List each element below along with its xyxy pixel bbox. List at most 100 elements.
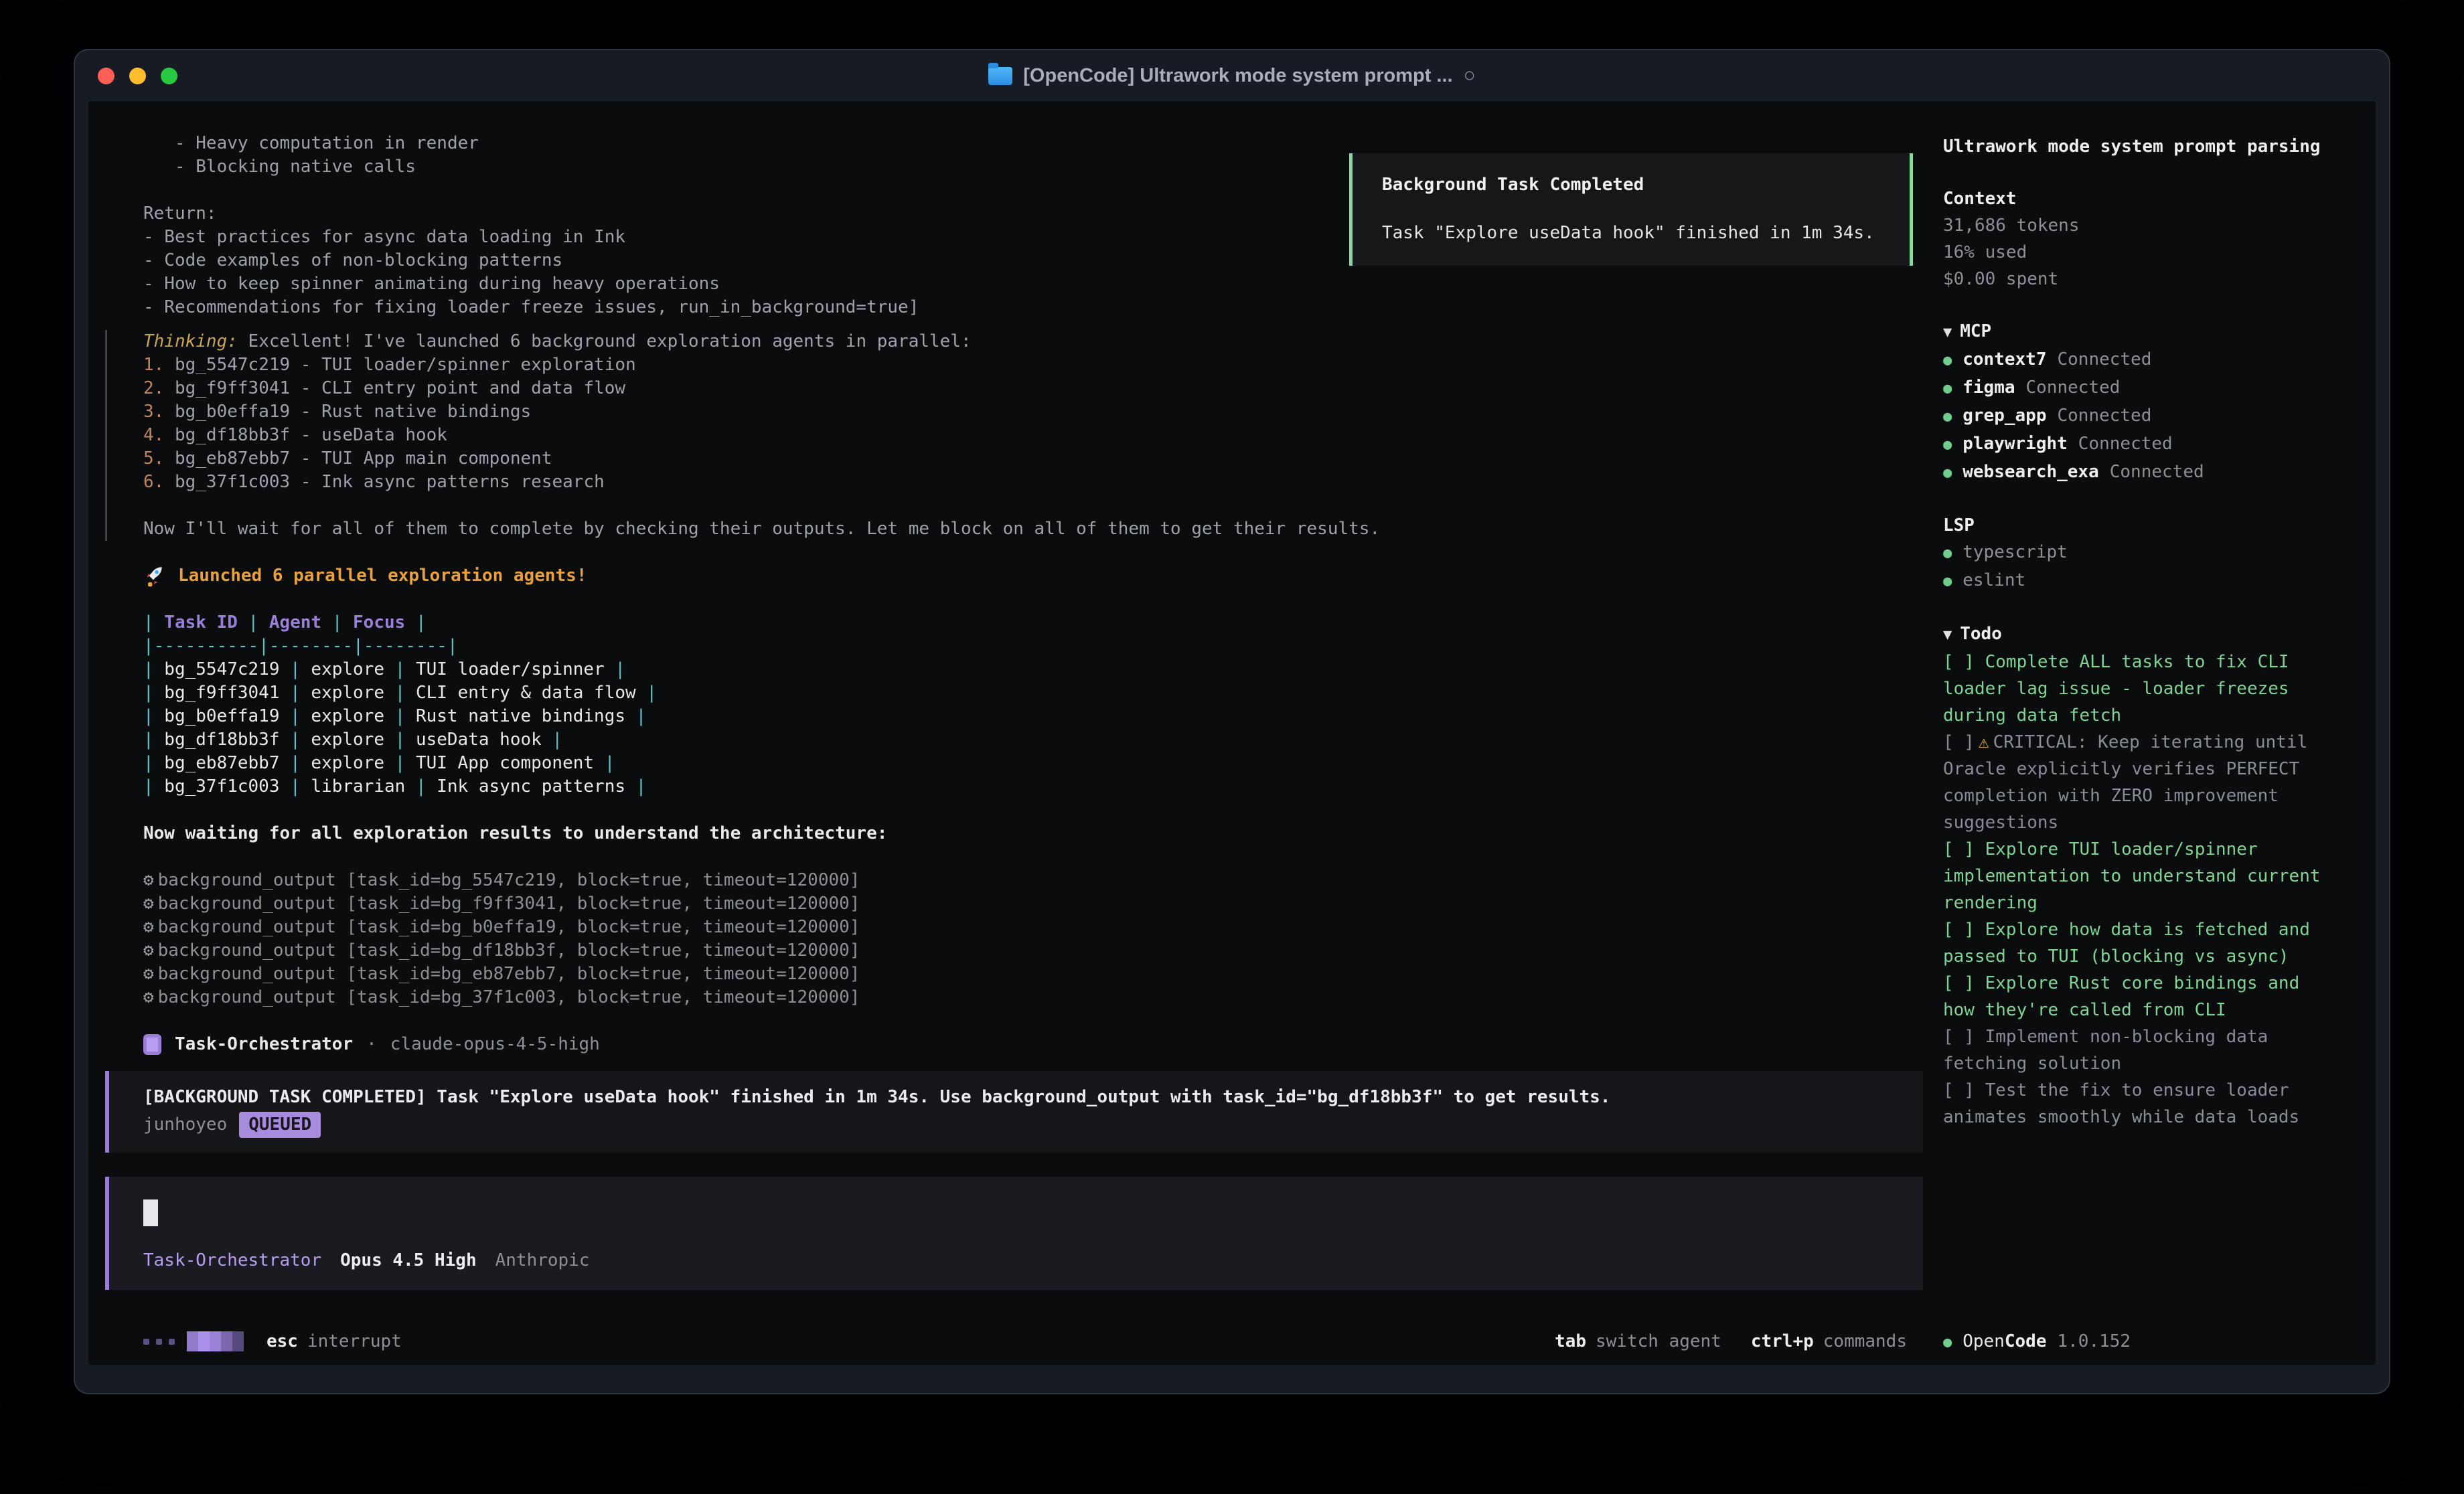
status-dot-icon: ● — [1943, 1334, 1952, 1351]
thinking-item: 1. bg_5547c219 - TUI loader/spinner expl… — [143, 353, 1923, 377]
status-bar: esc interrupt tab switch agent ctrl+p co… — [143, 1331, 1907, 1351]
session-title: Ultrawork mode system prompt parsing — [1943, 133, 2372, 160]
working-spinner — [143, 1331, 244, 1351]
tool-call: ⚙background_output [task_id=bg_df18bb3f,… — [143, 939, 1923, 963]
todo-item: [ ] Explore TUI loader/spinner implement… — [1943, 836, 2341, 916]
context-spent: $0.00 spent — [1943, 266, 2372, 293]
app-version: ● OpenCode 1.0.152 — [1943, 1331, 2131, 1351]
transcript-line: - Heavy computation in render — [143, 132, 1923, 155]
text-cursor — [143, 1199, 158, 1226]
zoom-button[interactable] — [161, 68, 177, 84]
agent-model: claude-opus-4-5-high — [390, 1033, 600, 1056]
traffic-lights — [98, 50, 177, 101]
todo-item: [ ] Test the fix to ensure loader animat… — [1943, 1077, 2341, 1131]
status-dot-icon: ● — [1943, 460, 1952, 487]
lsp-heading: LSP — [1943, 512, 2372, 539]
chevron-down-icon[interactable]: ▼ — [1943, 627, 1952, 643]
title-bar: [OpenCode] Ultrawork mode system prompt … — [75, 50, 2389, 101]
window-title: [OpenCode] Ultrawork mode system prompt … — [988, 64, 1475, 87]
queued-badge: QUEUED — [239, 1112, 321, 1138]
tool-call: ⚙background_output [task_id=bg_f9ff3041,… — [143, 892, 1923, 916]
toast-body: Task "Explore useData hook" finished in … — [1382, 222, 1910, 245]
rocket-icon — [143, 565, 166, 588]
todo-list: [ ] Complete ALL tasks to fix CLI loader… — [1943, 649, 2341, 1131]
tool-call: ⚙background_output [task_id=bg_b0effa19,… — [143, 916, 1923, 939]
thinking-block: Thinking: Excellent! I've launched 6 bac… — [105, 330, 1923, 541]
mcp-entry: ●context7Connected — [1943, 346, 2372, 374]
background-task-toast[interactable]: Background Task Completed Task "Explore … — [1349, 153, 1913, 266]
todo-item: [ ] Complete ALL tasks to fix CLI loader… — [1943, 649, 2341, 729]
table-row: |bg_df18bb3f|explore|useData hook| — [143, 728, 1923, 752]
composer-model[interactable]: Opus 4.5 High — [340, 1249, 477, 1272]
thinking-intro: Thinking: Excellent! I've launched 6 bac… — [143, 330, 1923, 353]
thinking-outro: Now I'll wait for all of them to complet… — [143, 517, 1923, 541]
todo-heading[interactable]: ▼Todo — [1943, 620, 2372, 649]
status-dot-icon: ● — [1943, 432, 1952, 459]
table-row: |bg_5547c219|explore|TUI loader/spinner| — [143, 658, 1923, 681]
gear-icon: ⚙ — [143, 917, 154, 937]
queued-user: junhoyeo — [143, 1113, 227, 1137]
lsp-section: LSP ●typescript ●eslint — [1943, 512, 2372, 595]
status-dot-icon: ● — [1943, 404, 1952, 430]
sidebar: Ultrawork mode system prompt parsing Con… — [1943, 101, 2372, 1365]
todo-item: [ ] Implement non-blocking data fetching… — [1943, 1023, 2341, 1077]
agents-table: |Task ID|Agent|Focus| |----------|------… — [143, 611, 1923, 799]
esc-hint: esc interrupt — [266, 1331, 402, 1351]
status-dot-icon: ● — [1943, 376, 1952, 402]
mcp-entry: ●figmaConnected — [1943, 374, 2372, 402]
mcp-entry: ●playwrightConnected — [1943, 430, 2372, 459]
prompt-input[interactable]: Task-Orchestrator Opus 4.5 High Anthropi… — [105, 1177, 1923, 1290]
mcp-entry: ●websearch_exaConnected — [1943, 459, 2372, 487]
terminal-content: - Heavy computation in render - Blocking… — [88, 101, 2376, 1365]
transcript-line: - How to keep spinner animating during h… — [143, 272, 1923, 296]
toast-title: Background Task Completed — [1382, 173, 1910, 197]
lsp-entry: ●eslint — [1943, 567, 2372, 595]
close-button[interactable] — [98, 68, 114, 84]
thinking-item: 4. bg_df18bb3f - useData hook — [143, 424, 1923, 447]
window-title-text: [OpenCode] Ultrawork mode system prompt … — [1023, 65, 1452, 87]
composer-agent[interactable]: Task-Orchestrator — [143, 1249, 321, 1272]
lsp-entry: ●typescript — [1943, 539, 2372, 567]
todo-section: ▼Todo [ ] Complete ALL tasks to fix CLI … — [1943, 620, 2372, 1131]
thinking-label: Thinking: — [143, 331, 238, 351]
agent-name: Task-Orchestrator — [175, 1033, 353, 1056]
brand: OpenCode — [1962, 1331, 2046, 1351]
context-tokens: 31,686 tokens — [1943, 212, 2372, 239]
composer-provider: Anthropic — [495, 1249, 590, 1272]
table-row: |bg_37f1c003|librarian|Ink async pattern… — [143, 775, 1923, 799]
launch-banner-text: Launched 6 parallel exploration agents! — [178, 564, 587, 588]
warning-icon: ⚠ — [1979, 732, 1989, 752]
mcp-heading[interactable]: ▼MCP — [1943, 318, 2372, 346]
gear-icon: ⚙ — [143, 940, 154, 961]
tool-call-list: ⚙background_output [task_id=bg_5547c219,… — [143, 869, 1923, 1009]
chevron-down-icon[interactable]: ▼ — [1943, 324, 1952, 341]
background-completed-text: [BACKGROUND TASK COMPLETED] Task "Explor… — [143, 1086, 1903, 1109]
tool-call: ⚙background_output [task_id=bg_eb87ebb7,… — [143, 963, 1923, 986]
transcript-pane[interactable]: - Heavy computation in render - Blocking… — [88, 101, 1923, 1365]
tab-hint: tab switch agent — [1555, 1331, 1721, 1351]
gear-icon: ⚙ — [143, 964, 154, 984]
context-used: 16% used — [1943, 239, 2372, 266]
gear-icon: ⚙ — [143, 987, 154, 1007]
dot-separator: · — [366, 1033, 377, 1056]
tool-call: ⚙background_output [task_id=bg_5547c219,… — [143, 869, 1923, 892]
thinking-item: 6. bg_37f1c003 - Ink async patterns rese… — [143, 471, 1923, 494]
todo-item: [ ] Explore Rust core bindings and how t… — [1943, 970, 2341, 1023]
gear-icon: ⚙ — [143, 894, 154, 914]
launch-banner: Launched 6 parallel exploration agents! — [143, 564, 1923, 588]
status-dot-icon: ● — [1943, 540, 1952, 567]
table-separator: |----------|--------|--------| — [143, 635, 1923, 658]
thinking-item: 2. bg_f9ff3041 - CLI entry point and dat… — [143, 377, 1923, 400]
tool-call: ⚙background_output [task_id=bg_37f1c003,… — [143, 986, 1923, 1009]
agent-status-line: Task-Orchestrator · claude-opus-4-5-high — [143, 1033, 1923, 1056]
context-heading: Context — [1943, 185, 2372, 212]
context-section: Context 31,686 tokens 16% used $0.00 spe… — [1943, 185, 2372, 293]
waiting-line: Now waiting for all exploration results … — [143, 822, 1923, 845]
table-header: Focus — [342, 612, 416, 633]
thinking-item: 5. bg_eb87ebb7 - TUI App main component — [143, 447, 1923, 471]
commands-hint: ctrl+p commands — [1751, 1331, 1907, 1351]
agent-icon — [143, 1034, 161, 1055]
minimize-button[interactable] — [129, 68, 146, 84]
status-dot-icon: ● — [1943, 568, 1952, 595]
folder-icon — [988, 67, 1012, 85]
